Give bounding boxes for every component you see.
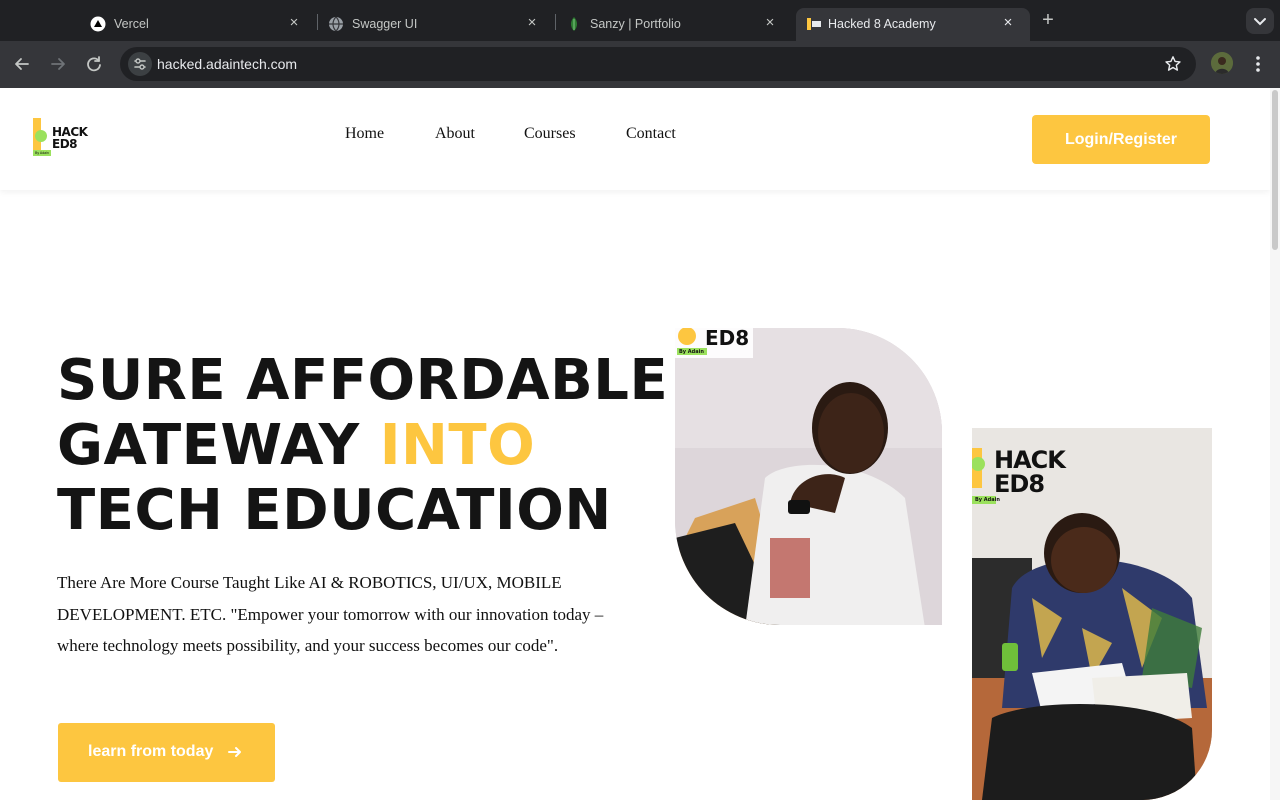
hero-title-accent: INTO [379,413,536,478]
learn-from-today-button[interactable]: learn from today [58,723,275,782]
hero-photo-student-thinking: ED8 By Adain [675,328,942,625]
avatar-image [1211,52,1233,74]
tab-title: Hacked 8 Academy [828,17,936,31]
more-menu-icon[interactable] [1250,53,1266,75]
tab-title: Vercel [114,17,149,31]
hero-title: SURE AFFORDABLE GATEWAY INTO TECH EDUCAT… [57,348,668,543]
tab-strip: Vercel × Swagger UI × Sanzy | Portfolio … [0,0,1280,41]
page-scrollbar[interactable] [1270,88,1280,800]
hero-title-line: TECH EDUCATION [57,478,612,543]
leaf-icon [571,17,577,31]
globe-icon [329,16,343,32]
tab-hacked8[interactable]: Hacked 8 Academy × [796,8,1030,41]
hero-title-line: SURE AFFORDABLE [57,348,669,413]
address-bar[interactable]: hacked.adaintech.com [120,47,1196,81]
hero-paragraph: There Are More Course Taught Like AI & R… [57,573,604,624]
vercel-icon [90,16,106,32]
reload-icon[interactable] [83,53,105,75]
scrollbar-thumb[interactable] [1272,90,1278,250]
close-tab-icon[interactable]: × [524,15,540,31]
new-tab-icon[interactable]: + [1038,10,1058,30]
cta-label: learn from today [88,743,214,760]
profile-avatar[interactable] [1211,52,1233,74]
hero-photo-student-studying: HACK ED8 By Adain [972,428,1212,800]
logo-text-bottom: ED8 [52,137,78,151]
logo-tagline: By Adain [35,151,49,155]
nav-contact[interactable]: Contact [626,125,676,143]
tab-search-button[interactable] [1246,8,1274,34]
photo-logo-tagline: By Adain [679,349,704,355]
chevron-down-icon [1254,18,1266,26]
url-text: hacked.adaintech.com [157,56,298,72]
nav-courses[interactable]: Courses [524,125,576,143]
bookmark-star-icon[interactable] [1164,55,1182,73]
arrow-right-icon [228,747,241,757]
hero-title-text: GATEWAY [57,413,380,478]
photo-logo-tagline: By Adain [975,497,1000,503]
tab-title: Swagger UI [352,17,418,31]
hero-description: There Are More Course Taught Like AI & R… [57,567,617,662]
tab-portfolio[interactable]: Sanzy | Portfolio × [556,8,792,41]
photo-logo-text-bottom: ED8 [994,470,1045,498]
close-tab-icon[interactable]: × [286,15,302,31]
tune-icon [134,58,146,70]
tab-vercel[interactable]: Vercel × [80,8,316,41]
page-viewport: HACK ED8 By Adain Home About Courses Con… [0,88,1270,800]
photo-logo-text: ED8 [705,328,750,350]
site-info-button[interactable] [128,52,152,76]
hero-title-line: GATEWAY INTO [57,413,668,478]
nav-home[interactable]: Home [345,125,384,143]
hero-paragraph: where technology meets possibility, and … [57,636,559,655]
back-icon[interactable] [11,53,33,75]
site-favicon [807,18,821,30]
forward-icon[interactable] [47,53,69,75]
site-logo[interactable]: HACK ED8 By Adain [32,116,92,158]
site-header: HACK ED8 By Adain Home About Courses Con… [0,88,1270,190]
tab-swagger[interactable]: Swagger UI × [318,8,554,41]
tab-title: Sanzy | Portfolio [590,17,681,31]
nav-about[interactable]: About [435,125,475,143]
close-tab-icon[interactable]: × [762,15,778,31]
login-register-button[interactable]: Login/Register [1032,115,1210,164]
close-tab-icon[interactable]: × [1000,15,1016,31]
browser-toolbar: hacked.adaintech.com [0,41,1280,88]
student-thinking-image [675,328,942,625]
